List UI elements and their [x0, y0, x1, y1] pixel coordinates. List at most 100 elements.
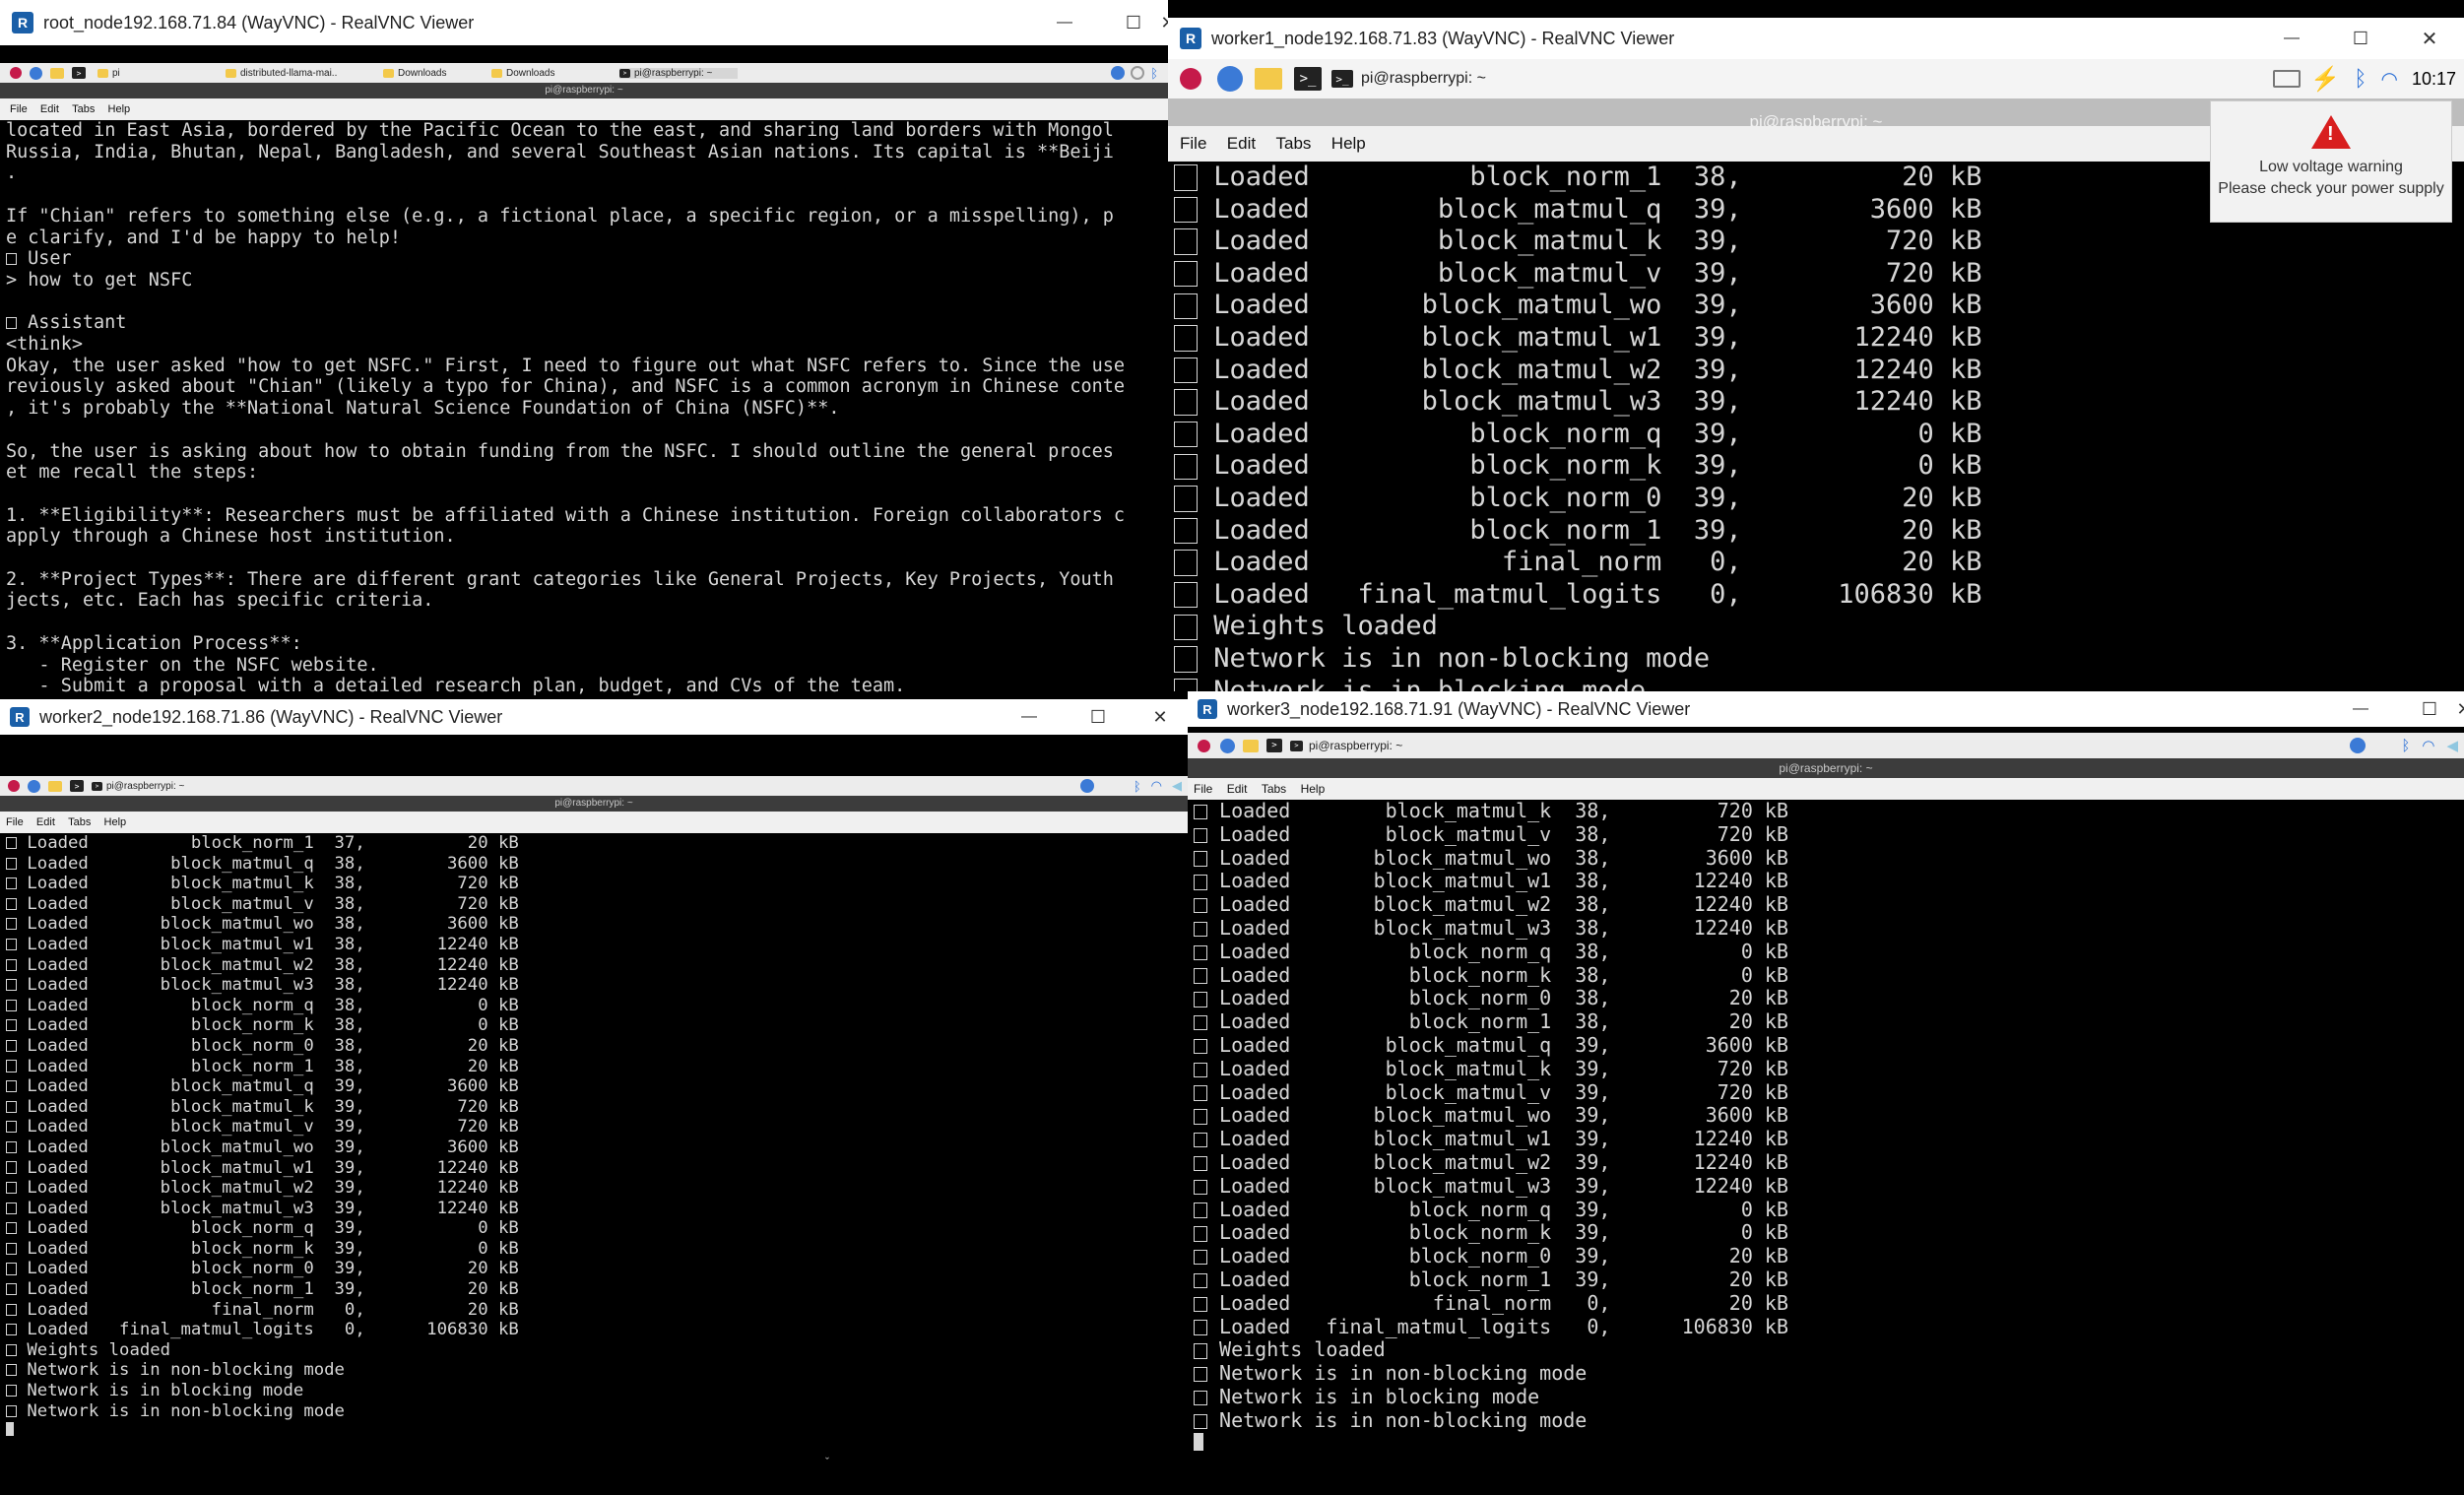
browser-icon[interactable] — [30, 66, 42, 80]
terminal-line-text: Russia, India, Bhutan, Nepal, Bangladesh… — [6, 141, 1114, 162]
menu-help[interactable]: Help — [104, 816, 127, 828]
clock[interactable]: 10:17 — [2412, 69, 2456, 90]
terminal-cursor — [1194, 1432, 1203, 1451]
browser-icon[interactable] — [1217, 66, 1243, 92]
close-button[interactable]: ✕ — [1133, 699, 1188, 735]
raspberry-menu-icon[interactable] — [8, 780, 20, 792]
window-titlebar[interactable]: R worker1_node192.168.71.83 (WayVNC) - R… — [1168, 18, 2464, 59]
unicode-box-icon — [1174, 646, 1198, 673]
close-button[interactable]: ✕ — [2395, 18, 2464, 59]
taskbar-item[interactable]: Downloads — [491, 68, 619, 79]
vnc-window-worker2[interactable]: R worker2_node192.168.71.86 (WayVNC) - R… — [0, 699, 1188, 1495]
minimize-button[interactable]: — — [1030, 0, 1099, 45]
terminal-line: Loaded block_matmul_wo 38, 3600 kB — [6, 914, 1188, 935]
update-icon[interactable] — [1111, 66, 1126, 80]
raspberry-menu-icon[interactable] — [1198, 739, 1210, 752]
taskbar-item-active[interactable]: > pi@raspberrypi: ~ — [1290, 739, 1438, 752]
terminal-output[interactable]: located in East Asia, bordered by the Pa… — [0, 120, 1168, 699]
unicode-box-icon — [1174, 228, 1198, 255]
unicode-box-icon — [6, 1384, 17, 1398]
maximize-button[interactable]: ☐ — [2326, 18, 2395, 59]
window-titlebar[interactable]: R worker2_node192.168.71.86 (WayVNC) - R… — [0, 699, 1188, 735]
update-icon[interactable] — [2350, 738, 2367, 753]
menu-edit[interactable]: Edit — [1227, 782, 1248, 796]
unicode-box-icon — [1174, 550, 1198, 576]
taskbar-item-label: pi@raspberrypi: ~ — [1361, 70, 1486, 87]
terminal-icon[interactable]: > — [72, 67, 86, 79]
bluetooth-icon[interactable]: ᛒ — [1134, 779, 1141, 794]
terminal-line-text: Loaded block_matmul_w2 39, 12240 kB — [17, 1178, 519, 1199]
update-icon[interactable] — [1079, 779, 1094, 793]
wifi-icon[interactable]: ◠ — [2422, 737, 2434, 754]
terminal-output[interactable]: Loaded block_norm_1 38, 20 kB Loaded blo… — [1168, 162, 2464, 691]
volume-icon[interactable]: ◀ — [2446, 737, 2458, 754]
raspberry-menu-icon[interactable] — [10, 67, 22, 79]
terminal-line: jects, etc. Each has specific criteria. — [6, 590, 1168, 612]
sync-icon[interactable] — [1131, 66, 1145, 80]
browser-icon[interactable] — [28, 779, 40, 793]
menu-file[interactable]: File — [10, 103, 28, 115]
browser-icon[interactable] — [1220, 738, 1235, 753]
file-manager-icon[interactable] — [48, 780, 62, 792]
wifi-icon[interactable]: ◠ — [1151, 778, 1162, 794]
menu-edit[interactable]: Edit — [40, 103, 59, 115]
vnc-window-worker1[interactable]: R worker1_node192.168.71.83 (WayVNC) - R… — [1168, 18, 2464, 691]
vnc-window-root[interactable]: R root_node192.168.71.84 (WayVNC) - Real… — [0, 0, 1168, 699]
minimize-button[interactable]: — — [2257, 18, 2326, 59]
minimize-button[interactable]: — — [995, 699, 1064, 735]
terminal-line: Loaded block_matmul_w1 38, 12240 kB — [6, 935, 1188, 955]
menu-help[interactable]: Help — [108, 103, 131, 115]
menu-edit[interactable]: Edit — [1227, 134, 1256, 154]
terminal-line: Loaded block_norm_0 38, 20 kB — [1194, 986, 2464, 1010]
bluetooth-icon[interactable]: ᛒ — [1150, 66, 1158, 81]
taskbar-item-active[interactable]: > pi@raspberrypi: ~ — [92, 781, 220, 792]
vnc-black-band — [0, 735, 1188, 776]
terminal-line-text: Loaded block_matmul_v 39, 720 kB — [1198, 257, 1982, 289]
taskbar-item-active[interactable]: >_ pi@raspberrypi: ~ — [1331, 70, 1568, 88]
taskbar-item-active[interactable]: > pi@raspberrypi: ~ — [619, 67, 738, 79]
file-manager-icon[interactable] — [1243, 739, 1259, 752]
menu-help[interactable]: Help — [1301, 782, 1326, 796]
terminal-icon[interactable]: > — [70, 780, 84, 792]
terminal-line: <think> — [6, 334, 1168, 356]
maximize-button[interactable]: ☐ — [1064, 699, 1133, 735]
menu-file[interactable]: File — [1194, 782, 1212, 796]
volume-icon[interactable]: ◀ — [1172, 778, 1182, 794]
bluetooth-icon[interactable]: ᛒ — [2354, 66, 2367, 92]
unicode-box-icon — [1174, 486, 1198, 512]
vnc-window-worker3[interactable]: R worker3_node192.168.71.91 (WayVNC) - R… — [1188, 691, 2464, 1495]
window-titlebar[interactable]: R worker3_node192.168.71.91 (WayVNC) - R… — [1188, 691, 2464, 727]
menu-file[interactable]: File — [1180, 134, 1206, 154]
menu-tabs[interactable]: Tabs — [68, 816, 91, 828]
terminal-line-text: <think> — [6, 334, 83, 356]
bluetooth-icon[interactable]: ᛒ — [2401, 738, 2410, 754]
menu-edit[interactable]: Edit — [36, 816, 55, 828]
wifi-icon[interactable]: ◠ — [2381, 67, 2398, 92]
realvnc-logo-icon: R — [1198, 699, 1217, 719]
menu-tabs[interactable]: Tabs — [72, 103, 95, 115]
terminal-output[interactable]: Loaded block_norm_1 37, 20 kB Loaded blo… — [0, 833, 1188, 1495]
minimize-button[interactable]: — — [2326, 691, 2395, 727]
terminal-icon[interactable]: >_ — [1294, 67, 1322, 91]
menu-tabs[interactable]: Tabs — [1262, 782, 1286, 796]
folder-icon — [226, 68, 236, 78]
maximize-button[interactable]: ☐ — [2395, 691, 2464, 727]
taskbar-item[interactable]: pi — [97, 68, 226, 79]
menu-tabs[interactable]: Tabs — [1275, 134, 1311, 154]
maximize-button[interactable]: ☐ — [1099, 0, 1168, 45]
terminal-line: 3. **Application Process**: — [6, 633, 1168, 655]
taskbar-item[interactable]: distributed-llama-mai.. — [226, 68, 383, 79]
terminal-icon[interactable]: > — [1266, 739, 1282, 752]
taskbar-item[interactable]: Downloads — [383, 68, 491, 79]
menu-file[interactable]: File — [6, 816, 24, 828]
file-manager-icon[interactable] — [1255, 68, 1282, 90]
keyboard-icon[interactable] — [2273, 70, 2302, 88]
file-manager-icon[interactable] — [50, 67, 64, 79]
unicode-box-icon — [1174, 196, 1198, 224]
terminal-line: 2. **Project Types**: There are differen… — [6, 569, 1168, 591]
menu-help[interactable]: Help — [1331, 134, 1366, 154]
window-titlebar[interactable]: R root_node192.168.71.84 (WayVNC) - Real… — [0, 0, 1168, 45]
raspberry-menu-icon[interactable] — [1180, 68, 1201, 90]
terminal-output[interactable]: Loaded block_matmul_k 38, 720 kB Loaded … — [1188, 800, 2464, 1495]
low-voltage-warning[interactable]: ! Low voltage warning Please check your … — [2210, 100, 2452, 223]
